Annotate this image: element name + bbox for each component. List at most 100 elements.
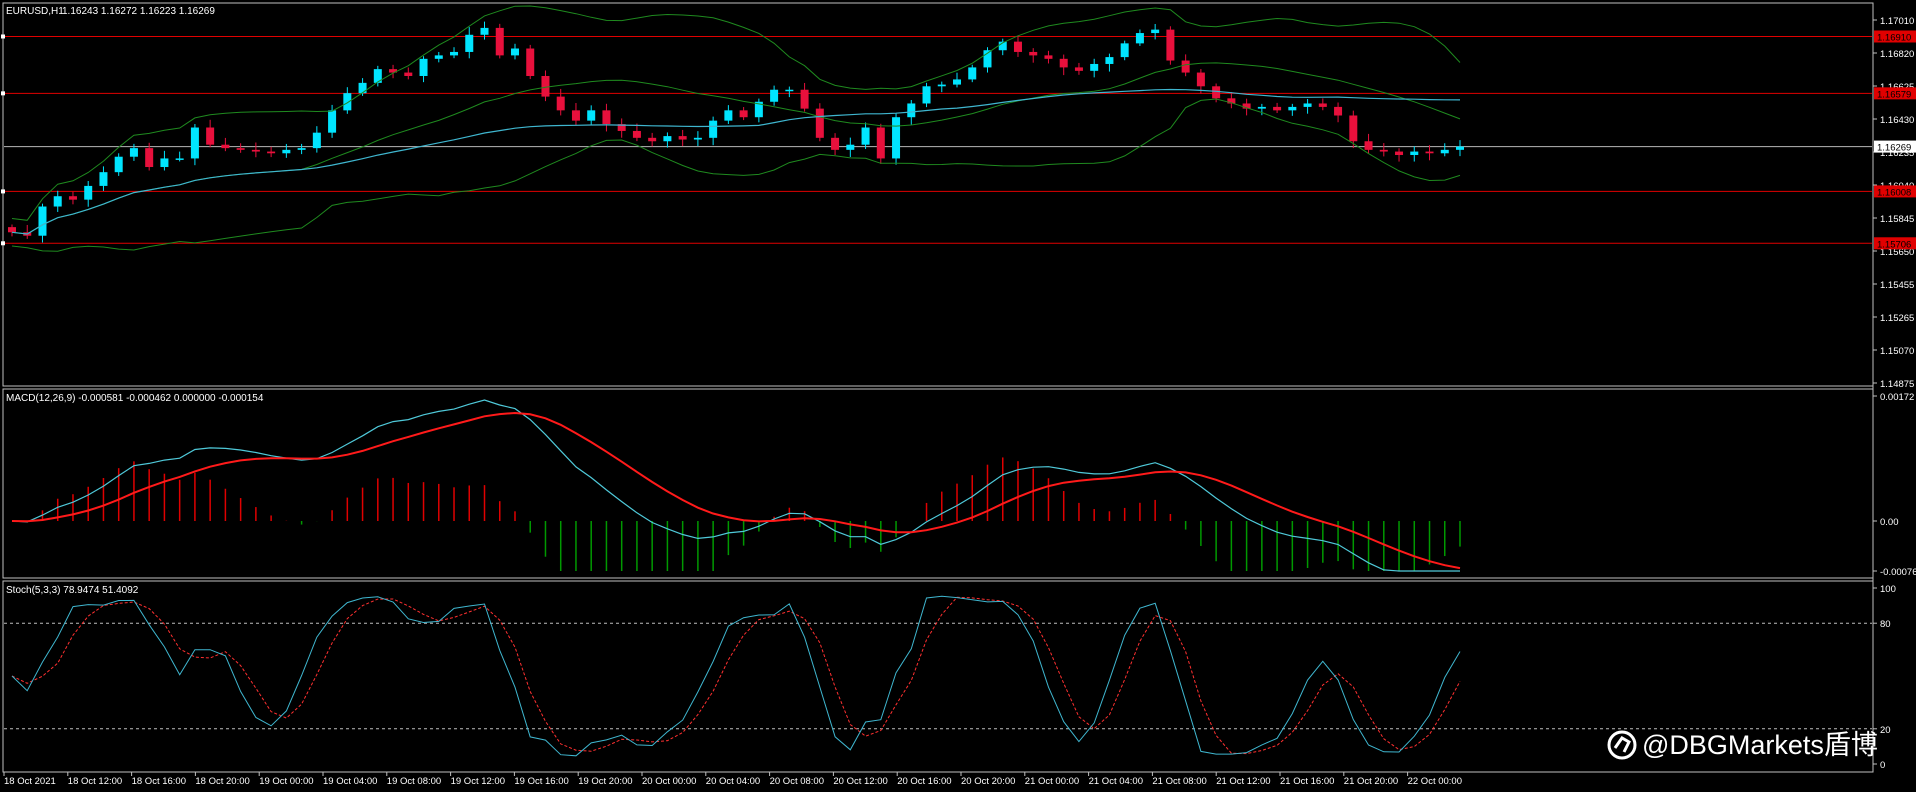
time-tick-label: 19 Oct 12:00 [451,776,505,787]
candle-body [328,110,337,133]
macd-tick-label: -0.000767 [1880,567,1916,578]
candle-body [922,86,931,104]
candle-body [282,149,291,154]
candle-body [1273,106,1282,111]
level-price-label: 1.16579 [1877,89,1911,100]
candle-body [404,72,413,76]
candle-body [1029,51,1038,56]
level-anchor-handle [1,189,5,194]
candle-body [358,82,367,94]
level-anchor-handle [1,34,5,39]
candle-body [1349,115,1358,142]
candle-body [1379,149,1388,152]
candle-body [145,148,154,168]
candle-body [709,120,718,138]
time-tick-label: 19 Oct 16:00 [514,776,568,787]
stoch-tick-label: 20 [1880,725,1891,736]
price-tick-label: 1.15845 [1880,214,1914,225]
time-tick-label: 18 Oct 20:00 [195,776,249,787]
candle-body [846,144,855,150]
candle-body [1135,33,1144,44]
candle-body [480,27,489,35]
stoch-tick-label: 100 [1880,584,1896,595]
candle-body [1212,86,1221,99]
candle-body [1044,55,1053,59]
stoch-panel[interactable] [2,580,1874,773]
trading-chart[interactable]: 1.170101.168201.166251.164301.162351.160… [0,0,1916,792]
candle-body [1288,106,1297,111]
candle-body [1151,29,1160,34]
candle-body [1303,103,1312,107]
symbol-label: EURUSD,H1 [6,6,64,17]
candle-body [693,137,702,140]
candle-body [1334,106,1343,116]
candle-body [450,51,459,56]
candle-body [770,89,779,102]
candle-body [190,127,199,159]
candle-body [1105,57,1114,64]
time-tick-label: 21 Oct 20:00 [1344,776,1398,787]
candle-body [434,55,443,59]
candle-body [815,108,824,138]
time-tick-label: 19 Oct 20:00 [578,776,632,787]
axis-layer: 1.170101.168201.166251.164301.162351.160… [3,16,1916,787]
candle-body [8,227,16,233]
stochastic-chart-layer [4,595,1872,757]
candle-body [724,110,733,121]
watermark-text: @DBGMarkets盾博 [1642,730,1878,760]
time-tick-label: 19 Oct 00:00 [259,776,313,787]
candle-body [129,148,138,157]
time-tick-label: 18 Oct 12:00 [68,776,122,787]
moving-average-line [11,88,1461,235]
candle-body [465,34,474,52]
price-tick-label: 1.15265 [1880,313,1914,324]
candle-body [1318,103,1327,107]
time-tick-label: 18 Oct 2021 [4,776,56,787]
price-tick-label: 1.15070 [1880,346,1914,357]
candle-body [1074,67,1083,71]
candle-body [1395,151,1404,155]
candle-body [114,156,123,173]
brand-logo-mark [1613,736,1631,753]
candle-body [68,196,77,200]
candle-body [1059,58,1068,68]
time-tick-label: 18 Oct 16:00 [132,776,186,787]
price-tick-label: 1.14875 [1880,379,1914,390]
candle-body [1196,72,1205,87]
brand-logo-icon [1607,730,1637,760]
candle-body [221,144,230,149]
candle-body [953,79,962,85]
macd-signal-line [11,411,1461,570]
candle-body [251,149,260,152]
price-panel[interactable] [2,2,1874,387]
time-tick-label: 19 Oct 04:00 [323,776,377,787]
candle-body [1120,43,1129,58]
macd-tick-label: 0.00172 [1880,392,1914,403]
candle-body [495,27,504,56]
candle-body [892,117,901,159]
bollinger-middle-line [11,62,1461,235]
stoch-tick-label: 80 [1880,619,1891,630]
candle-body [236,148,245,150]
macd-panel[interactable] [2,388,1874,579]
macd-tick-label: 0.00 [1880,517,1899,528]
candle-body [739,110,748,118]
macd-label: MACD(12,26,9) -0.000581 -0.000462 0.0000… [6,393,264,404]
level-price-label: 1.16008 [1877,187,1911,198]
time-tick-label: 20 Oct 20:00 [961,776,1015,787]
candle-body [648,137,657,142]
stoch-tick-label: 0 [1880,760,1885,771]
price-tick-label: 1.16430 [1880,115,1914,126]
bollinger-upper-line [11,5,1461,221]
stoch-main-line [11,595,1461,757]
candle-body [587,110,596,121]
candle-body [541,75,550,97]
candle-body [510,48,519,56]
candle-body [99,172,108,186]
candle-body [1090,63,1099,71]
stoch-label: Stoch(5,3,3) 78.9474 51.4092 [6,585,139,596]
time-tick-label: 22 Oct 00:00 [1408,776,1462,787]
time-tick-label: 21 Oct 00:00 [1025,776,1079,787]
candle-body [663,136,672,142]
candle-body [297,148,306,150]
